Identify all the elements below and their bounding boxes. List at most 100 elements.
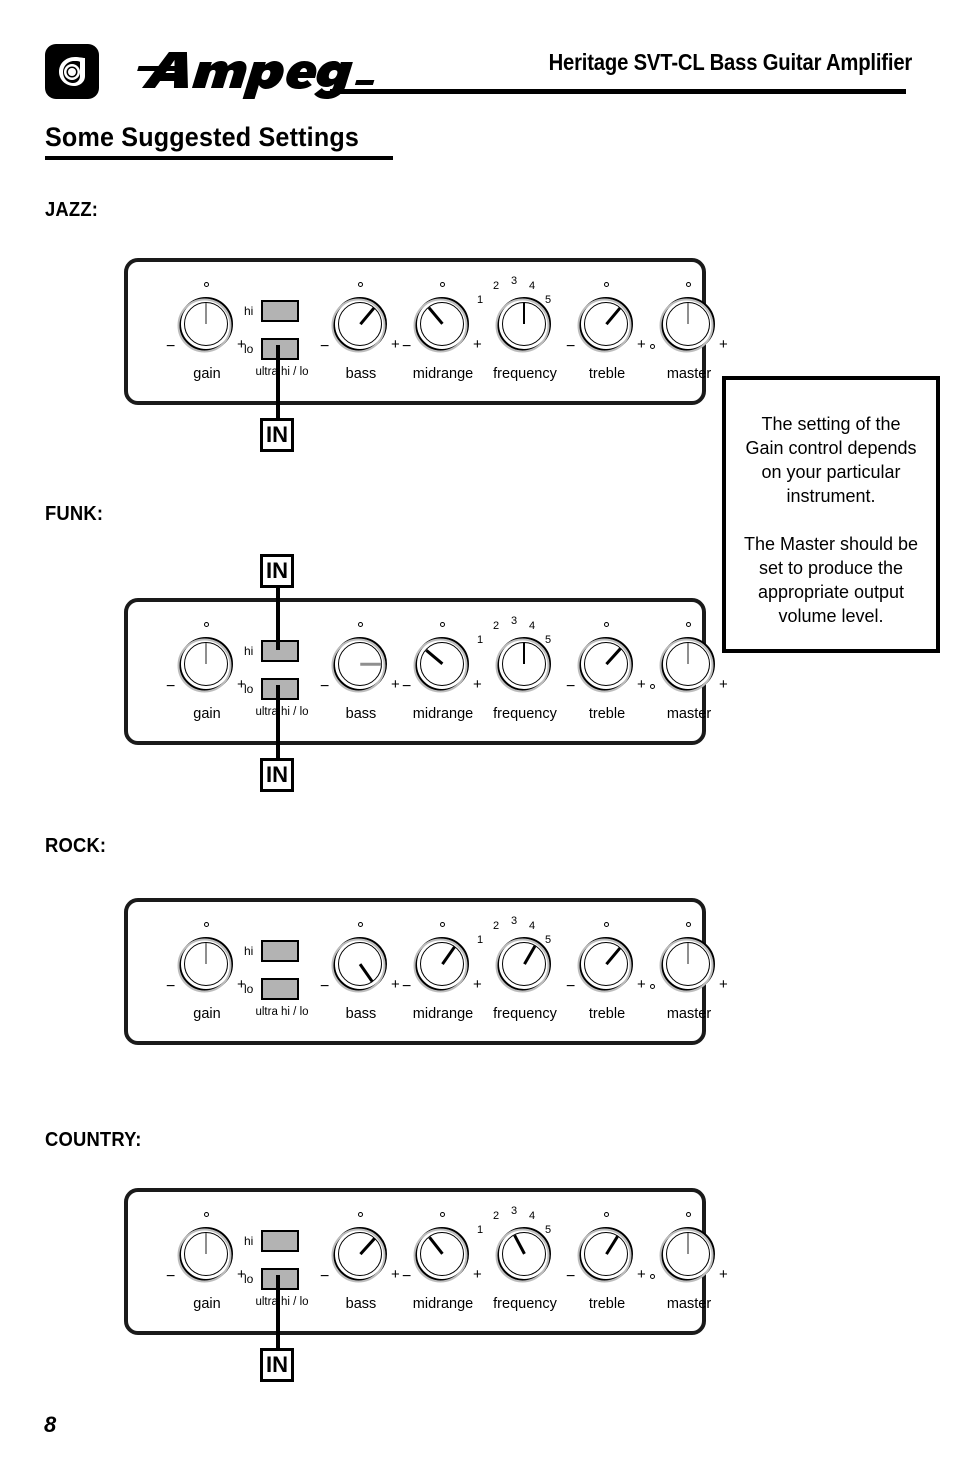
knob-pointer-bass <box>360 662 381 666</box>
knob-gain[interactable]: − + <box>166 922 246 995</box>
in-jack-box-above[interactable]: IN <box>260 554 294 588</box>
knob-top-marker-icon <box>686 1212 691 1217</box>
knob-minus-label: − <box>166 978 176 995</box>
knob-pointer-master <box>686 943 690 964</box>
jack-hi[interactable] <box>261 300 299 322</box>
jack-caption: ultra hi / lo <box>255 1006 309 1018</box>
knob-label-master: master <box>666 366 712 382</box>
knob-minus-label: − <box>402 338 412 355</box>
jack-label-lo: lo <box>244 682 254 696</box>
knob-body-midrange <box>413 637 469 693</box>
knob-treble[interactable]: − + <box>566 922 646 995</box>
jack-hi[interactable] <box>261 1230 299 1252</box>
knob-body-gain <box>177 297 233 353</box>
knob-group-frequency: 1 2 3 4 5 frequency <box>477 902 570 1049</box>
knob-pointer-gain <box>204 303 208 324</box>
jack-hi[interactable] <box>261 940 299 962</box>
knob-treble[interactable]: − + <box>566 282 646 355</box>
knob-frequency[interactable]: 12345 <box>477 916 555 995</box>
frequency-scale-1: 1 <box>477 934 484 946</box>
knob-label-treble: treble <box>588 706 626 722</box>
jack-label-lo: lo <box>244 1272 254 1286</box>
frequency-scale-3: 3 <box>511 615 518 627</box>
frequency-scale-2: 2 <box>493 280 500 292</box>
knob-top-marker-icon <box>204 922 209 927</box>
knob-min-marker-icon <box>650 984 655 989</box>
style-label-jazz: JAZZ: <box>45 199 99 221</box>
knob-bass[interactable]: − + <box>320 282 400 355</box>
knob-midrange[interactable]: − + <box>402 1212 482 1285</box>
knob-top-marker-icon <box>686 622 691 627</box>
knob-top-marker-icon <box>358 622 363 627</box>
knob-midrange[interactable]: − + <box>402 922 482 995</box>
jack-lo[interactable] <box>261 1268 299 1290</box>
knob-pointer-gain <box>204 1233 208 1254</box>
knob-gain[interactable]: − + <box>166 1212 246 1285</box>
knob-body-frequency <box>495 637 551 693</box>
knob-gain[interactable]: − + <box>166 282 246 355</box>
knob-group-bass: − + bass <box>316 1192 406 1339</box>
knob-bass[interactable]: − + <box>320 622 400 695</box>
knob-group-midrange: − + midrange <box>398 1192 488 1339</box>
ultra-hi-lo-jacks: hi lo ultra hi / lo <box>236 262 326 409</box>
knob-label-treble: treble <box>588 1006 626 1022</box>
knob-label-master: master <box>666 1006 712 1022</box>
knob-master[interactable]: + <box>650 1212 728 1285</box>
knob-body-midrange <box>413 937 469 993</box>
frequency-scale-4: 4 <box>529 920 536 932</box>
knob-midrange[interactable]: − + <box>402 282 482 355</box>
in-jack-box-below[interactable]: IN <box>260 1348 294 1382</box>
frequency-scale-1: 1 <box>477 1224 484 1236</box>
knob-label-master: master <box>666 1296 712 1312</box>
knob-group-treble: − + treble <box>562 262 652 409</box>
knob-top-marker-icon <box>440 922 445 927</box>
jack-lo[interactable] <box>261 678 299 700</box>
knob-midrange[interactable]: − + <box>402 622 482 695</box>
style-label-funk: FUNK: <box>45 503 104 525</box>
knob-master[interactable]: + <box>650 622 728 695</box>
knob-body-master <box>659 937 715 993</box>
knob-minus-label: − <box>566 678 576 695</box>
knob-min-marker-icon <box>650 1274 655 1279</box>
knob-body-frequency <box>495 1227 551 1283</box>
knob-gain[interactable]: − + <box>166 622 246 695</box>
knob-treble[interactable]: − + <box>566 1212 646 1285</box>
knob-pointer-gain <box>204 943 208 964</box>
frequency-scale-2: 2 <box>493 920 500 932</box>
knob-group-frequency: 1 2 3 4 5 frequency <box>477 1192 570 1339</box>
in-jack-box-below[interactable]: IN <box>260 758 294 792</box>
knob-minus-label: − <box>566 338 576 355</box>
knob-top-marker-icon <box>358 282 363 287</box>
knob-pointer-gain <box>204 643 208 664</box>
knob-frequency[interactable]: 12345 <box>477 276 555 355</box>
knob-plus-label: + <box>719 676 728 693</box>
jack-lo[interactable] <box>261 338 299 360</box>
note-paragraph-2: The Master should be set to produce the … <box>743 534 919 626</box>
frequency-scale-5: 5 <box>545 294 552 306</box>
knob-group-treble: − + treble <box>562 602 652 749</box>
knob-min-marker-icon <box>650 344 655 349</box>
amp-panel-jazz: − + gain − + bass − + midrange 1 2 3 4 5 frequency − + tr… <box>124 258 728 405</box>
knob-frequency[interactable]: 12345 <box>477 1206 555 1285</box>
knob-pointer-frequency <box>522 643 526 664</box>
jack-hi[interactable] <box>261 640 299 662</box>
knob-body-treble <box>577 937 633 993</box>
cable-below <box>276 1275 280 1348</box>
knob-frequency[interactable]: 12345 <box>477 616 555 695</box>
knob-treble[interactable]: − + <box>566 622 646 695</box>
knob-master[interactable]: + <box>650 282 728 355</box>
knob-top-marker-icon <box>440 1212 445 1217</box>
jack-label-hi: hi <box>244 1234 254 1248</box>
knob-label-midrange: midrange <box>412 706 474 722</box>
jack-lo[interactable] <box>261 978 299 1000</box>
knob-body-master <box>659 297 715 353</box>
knob-body-frequency <box>495 937 551 993</box>
knob-bass[interactable]: − + <box>320 1212 400 1285</box>
knob-master[interactable]: + <box>650 922 728 995</box>
knob-bass[interactable]: − + <box>320 922 400 995</box>
knob-label-frequency: frequency <box>493 366 557 382</box>
knob-body-gain <box>177 1227 233 1283</box>
in-jack-box-below[interactable]: IN <box>260 418 294 452</box>
cable-below <box>276 345 280 418</box>
ultra-hi-lo-jacks: hi lo ultra hi / lo <box>236 602 326 749</box>
